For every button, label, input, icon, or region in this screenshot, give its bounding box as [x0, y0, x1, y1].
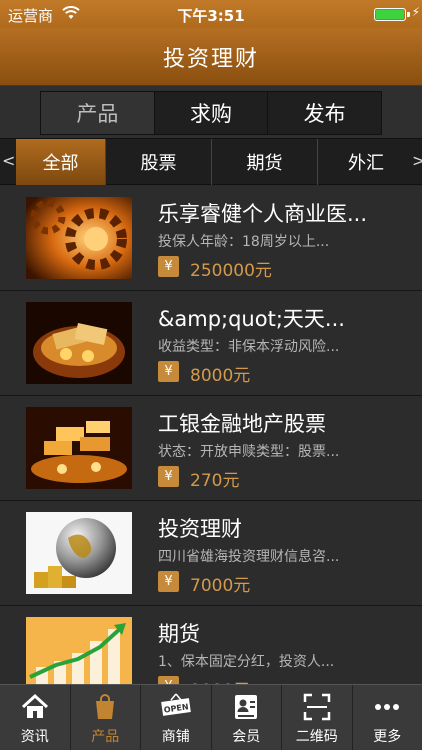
tab-qr-code[interactable]: 二维码	[282, 685, 353, 750]
bag-icon	[96, 694, 115, 719]
product-title: 投资理财	[158, 517, 242, 541]
more-icon	[375, 704, 400, 710]
tab-label: 会员	[232, 729, 261, 745]
segment-label: 求购	[190, 102, 232, 126]
category-all[interactable]: 全部	[16, 139, 106, 185]
segment-label: 产品	[76, 102, 119, 126]
product-subtitle: 投保人年龄：18周岁以上...	[158, 234, 330, 250]
list-item[interactable]: 工银金融地产股票 状态：开放申赎类型：股票... ¥ 270元	[0, 396, 422, 501]
yen-icon: ¥	[158, 466, 179, 487]
product-price: 7000元	[190, 576, 251, 596]
product-subtitle: 收益类型：非保本浮动风险...	[158, 339, 340, 355]
yen-icon: ¥	[158, 571, 179, 592]
segment-label: 发布	[303, 102, 346, 126]
tab-label: 更多	[373, 729, 402, 745]
tab-more[interactable]: 更多	[353, 685, 422, 750]
category-stocks[interactable]: 股票	[106, 139, 212, 185]
tab-label: 二维码	[295, 729, 338, 745]
category-label: 期货	[246, 153, 283, 174]
gear-icon	[26, 197, 132, 279]
open-sign-icon: OPEN	[160, 693, 191, 716]
tab-label: 商铺	[161, 729, 190, 745]
tab-label: 资讯	[20, 729, 49, 745]
member-card-icon	[235, 695, 258, 719]
globe-coins-icon	[26, 512, 132, 594]
nav-bar: 投资理财	[0, 28, 422, 86]
product-price: 8000元	[190, 366, 251, 386]
list-item[interactable]: 期货 1、保本固定分红，投资人... ¥ 1000元	[0, 606, 422, 684]
scroll-right-icon[interactable]: >	[412, 151, 422, 170]
product-price: 270元	[190, 471, 240, 491]
qr-scan-icon	[303, 693, 330, 721]
category-bar: < 全部 股票 期货 外汇 >	[0, 138, 422, 185]
tab-bar: 资讯 产品 OPEN 商铺 会员 二维码 更多	[0, 684, 422, 750]
segmented-control: 产品 求购 发布	[40, 91, 382, 135]
tab-products[interactable]: 产品	[71, 685, 141, 750]
tab-news[interactable]: 资讯	[0, 685, 71, 750]
segment-buy-requests[interactable]: 求购	[154, 92, 269, 134]
gold-bars-icon	[26, 407, 132, 489]
list-item[interactable]: 乐享睿健个人商业医... 投保人年龄：18周岁以上... ¥ 250000元	[0, 186, 422, 291]
category-label: 全部	[42, 153, 79, 174]
segment-bar: 产品 求购 发布	[0, 86, 422, 138]
category-label: 股票	[140, 153, 177, 174]
status-time: 下午3:51	[177, 7, 245, 25]
product-list: 乐享睿健个人商业医... 投保人年龄：18周岁以上... ¥ 250000元 &…	[0, 186, 422, 684]
tab-shops[interactable]: OPEN 商铺	[141, 685, 212, 750]
product-subtitle: 状态：开放申赎类型：股票...	[158, 444, 340, 460]
tab-label: 产品	[91, 729, 120, 745]
battery-icon	[374, 8, 406, 21]
product-subtitle: 1、保本固定分红，投资人...	[158, 654, 335, 670]
growth-chart-icon	[26, 617, 132, 684]
product-subtitle: 四川省雄海投资理财信息咨...	[158, 549, 340, 565]
product-title: 乐享睿健个人商业医...	[158, 202, 368, 226]
scroll-left-icon[interactable]: <	[2, 151, 15, 170]
yen-icon: ¥	[158, 256, 179, 277]
list-item[interactable]: 投资理财 四川省雄海投资理财信息咨... ¥ 7000元	[0, 501, 422, 606]
category-label: 外汇	[348, 153, 384, 174]
category-forex[interactable]: 外汇	[318, 139, 414, 185]
tab-members[interactable]: 会员	[212, 685, 282, 750]
charging-icon: ⚡	[411, 5, 420, 19]
product-title: &amp;quot;天天...	[158, 307, 345, 331]
page-title: 投资理财	[162, 46, 259, 72]
segment-publish[interactable]: 发布	[268, 92, 382, 134]
product-title: 期货	[158, 622, 200, 646]
status-bar: 运营商 下午3:51 ⚡	[0, 0, 422, 28]
product-title: 工银金融地产股票	[158, 412, 326, 436]
segment-products[interactable]: 产品	[41, 92, 155, 134]
yen-icon: ¥	[158, 676, 179, 684]
yen-icon: ¥	[158, 361, 179, 382]
product-price: 250000元	[190, 261, 272, 281]
category-futures[interactable]: 期货	[212, 139, 318, 185]
battery-tip	[407, 12, 410, 17]
list-item[interactable]: &amp;quot;天天... 收益类型：非保本浮动风险... ¥ 8000元	[0, 291, 422, 396]
money-nest-icon	[26, 302, 132, 384]
product-price: 1000元	[190, 676, 250, 684]
home-icon	[21, 693, 48, 718]
